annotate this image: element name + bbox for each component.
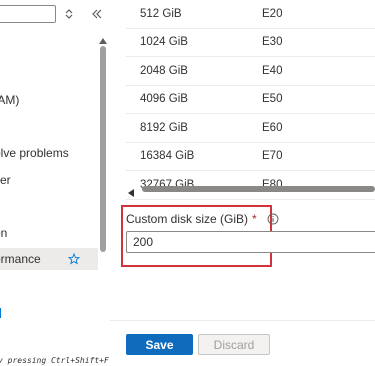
table-row[interactable]: 16384 GiB E70 (126, 143, 375, 171)
keyboard-shortcut-hint: y pressing Ctrl+Shift+F (0, 356, 109, 365)
nav-link-marker (0, 308, 1, 318)
performance-tier-cell: E20 (262, 7, 283, 20)
nav-item-label: on (0, 226, 8, 240)
nav-scrollbar-thumb[interactable] (100, 46, 106, 252)
table-row[interactable]: 8192 GiB E60 (126, 114, 375, 143)
footer-divider (110, 320, 375, 321)
custom-disk-size-label-row: Custom disk size (GiB) * (126, 212, 279, 226)
nav-item-size-performance[interactable]: ormance (0, 248, 98, 270)
table-row[interactable]: 4096 GiB E50 (126, 86, 375, 114)
nav-item-access-control[interactable]: IAM) (0, 89, 98, 111)
main-content: 512 GiB E20 1024 GiB E30 2048 GiB E40 40… (110, 0, 375, 366)
performance-tier-cell: E50 (262, 93, 283, 106)
scroll-up-arrow-icon[interactable] (99, 34, 107, 44)
disk-size-cell: 8192 GiB (140, 121, 188, 134)
performance-tier-cell: E60 (262, 121, 283, 134)
disk-tier-table: 512 GiB E20 1024 GiB E30 2048 GiB E40 40… (126, 0, 375, 200)
disk-size-cell: 16384 GiB (140, 150, 195, 163)
disk-size-cell: 4096 GiB (140, 93, 188, 106)
performance-tier-cell: E30 (262, 36, 283, 49)
performance-tier-cell: E40 (262, 64, 283, 77)
resource-search-input[interactable] (0, 5, 56, 23)
nav-item-label: IAM) (0, 93, 20, 107)
nav-item-configuration[interactable]: on (0, 222, 98, 244)
nav-item-label: olve problems (0, 146, 69, 160)
table-horizontal-scrollbar-thumb[interactable] (142, 186, 375, 192)
table-row[interactable]: 2048 GiB E40 (126, 57, 375, 86)
scroll-left-arrow-icon[interactable] (127, 186, 135, 197)
nav-item-label: ormance (0, 252, 41, 266)
custom-disk-size-input[interactable] (126, 231, 375, 253)
expand-collapse-icon[interactable] (64, 7, 74, 21)
performance-tier-cell: E70 (262, 150, 283, 163)
nav-item-label: zer (0, 173, 11, 187)
left-nav-panel: IAM) olve problems zer on ormance y pres… (0, 0, 110, 366)
nav-item-visualizer[interactable]: zer (0, 169, 98, 191)
table-row[interactable]: 1024 GiB E30 (126, 29, 375, 57)
required-indicator: * (252, 212, 257, 226)
collapse-panel-icon[interactable] (90, 6, 104, 22)
discard-button[interactable]: Discard (198, 334, 270, 355)
save-button[interactable]: Save (126, 334, 193, 355)
nav-item-diagnose-solve[interactable]: olve problems (0, 142, 98, 164)
info-icon[interactable] (267, 213, 279, 225)
table-row[interactable]: 512 GiB E20 (126, 0, 375, 29)
disk-size-cell: 1024 GiB (140, 36, 188, 49)
disk-size-cell: 512 GiB (140, 7, 182, 20)
custom-disk-size-label: Custom disk size (GiB) (126, 212, 249, 226)
favorite-star-icon[interactable] (68, 248, 80, 270)
disk-size-cell: 2048 GiB (140, 64, 188, 77)
